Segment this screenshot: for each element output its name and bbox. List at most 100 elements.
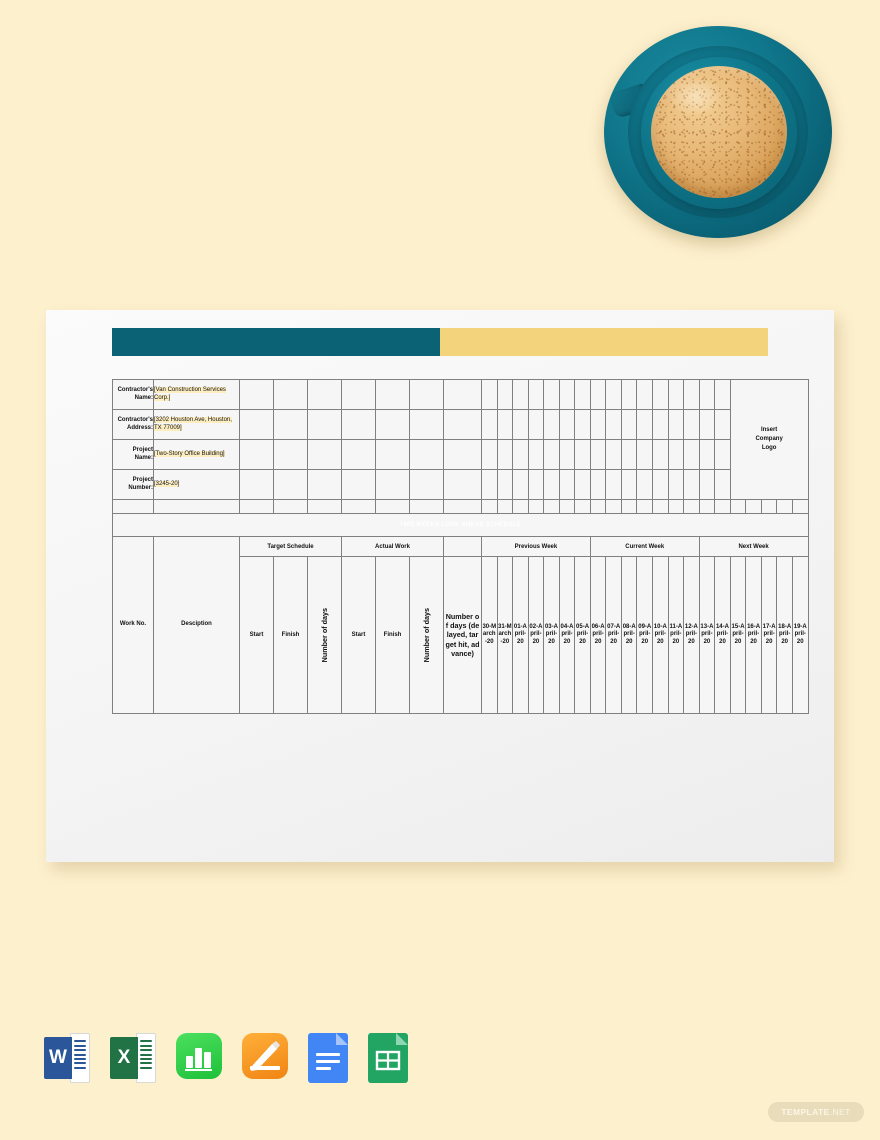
blank-cell[interactable] <box>589 409 607 440</box>
blank-cell[interactable] <box>481 439 498 470</box>
blank-cell[interactable] <box>667 409 685 440</box>
blank-cell[interactable] <box>512 439 529 470</box>
blank-cell[interactable] <box>698 439 716 470</box>
blank-cell[interactable] <box>760 499 778 514</box>
blank-cell[interactable] <box>652 409 669 440</box>
blank-cell[interactable] <box>273 439 308 470</box>
blank-cell[interactable] <box>443 379 482 410</box>
blank-cell[interactable] <box>273 409 308 440</box>
blank-cell[interactable] <box>574 469 591 500</box>
blank-cell[interactable] <box>667 379 685 410</box>
blank-cell[interactable] <box>375 379 410 410</box>
blank-cell[interactable] <box>443 499 482 514</box>
blank-cell[interactable] <box>605 499 622 514</box>
blank-cell[interactable] <box>620 439 638 470</box>
blank-cell[interactable] <box>481 409 498 440</box>
blank-cell[interactable] <box>636 379 654 410</box>
blank-cell[interactable] <box>652 499 669 514</box>
blank-cell[interactable] <box>307 379 342 410</box>
blank-cell[interactable] <box>558 469 576 500</box>
blank-cell[interactable] <box>543 409 560 440</box>
blank-cell[interactable] <box>683 439 700 470</box>
blank-cell[interactable] <box>714 469 731 500</box>
blank-cell[interactable] <box>341 379 376 410</box>
blank-cell[interactable] <box>698 379 716 410</box>
blank-cell[interactable] <box>375 499 410 514</box>
blank-cell[interactable] <box>698 469 716 500</box>
blank-cell[interactable] <box>589 469 607 500</box>
blank-cell[interactable] <box>652 469 669 500</box>
blank-cell[interactable] <box>307 439 342 470</box>
blank-cell[interactable] <box>667 469 685 500</box>
blank-cell[interactable] <box>527 409 545 440</box>
blank-cell[interactable] <box>714 409 731 440</box>
blank-cell[interactable] <box>652 439 669 470</box>
blank-cell[interactable] <box>481 469 498 500</box>
blank-cell[interactable] <box>496 439 514 470</box>
blank-cell[interactable] <box>791 499 809 514</box>
info-value[interactable]: [Van Construction Services Corp.] <box>153 379 240 410</box>
blank-cell[interactable] <box>341 499 376 514</box>
blank-cell[interactable] <box>239 409 274 440</box>
blank-cell[interactable] <box>307 499 342 514</box>
blank-cell[interactable] <box>341 439 376 470</box>
blank-cell[interactable] <box>636 469 654 500</box>
blank-cell[interactable] <box>443 409 482 440</box>
blank-cell[interactable] <box>496 409 514 440</box>
blank-cell[interactable] <box>620 409 638 440</box>
blank-cell[interactable] <box>683 499 700 514</box>
blank-cell[interactable] <box>112 499 154 514</box>
blank-cell[interactable] <box>543 469 560 500</box>
blank-cell[interactable] <box>667 499 685 514</box>
info-value[interactable]: [Two-Story Office Building] <box>153 439 240 470</box>
blank-cell[interactable] <box>683 379 700 410</box>
blank-cell[interactable] <box>620 499 638 514</box>
blank-cell[interactable] <box>375 469 410 500</box>
blank-cell[interactable] <box>543 439 560 470</box>
blank-cell[interactable] <box>307 469 342 500</box>
blank-cell[interactable] <box>574 409 591 440</box>
blank-cell[interactable] <box>745 499 762 514</box>
blank-cell[interactable] <box>620 469 638 500</box>
blank-cell[interactable] <box>683 409 700 440</box>
blank-cell[interactable] <box>496 499 514 514</box>
blank-cell[interactable] <box>239 439 274 470</box>
blank-cell[interactable] <box>589 439 607 470</box>
blank-cell[interactable] <box>496 379 514 410</box>
blank-cell[interactable] <box>375 409 410 440</box>
blank-cell[interactable] <box>574 499 591 514</box>
blank-cell[interactable] <box>620 379 638 410</box>
blank-cell[interactable] <box>605 439 622 470</box>
blank-cell[interactable] <box>443 439 482 470</box>
blank-cell[interactable] <box>341 409 376 440</box>
microsoft-word-icon[interactable]: W <box>44 1033 90 1083</box>
blank-cell[interactable] <box>239 499 274 514</box>
blank-cell[interactable] <box>409 439 444 470</box>
blank-cell[interactable] <box>409 499 444 514</box>
apple-pages-icon[interactable] <box>242 1033 288 1083</box>
blank-cell[interactable] <box>605 379 622 410</box>
blank-cell[interactable] <box>605 409 622 440</box>
blank-cell[interactable] <box>558 499 576 514</box>
blank-cell[interactable] <box>558 379 576 410</box>
blank-cell[interactable] <box>776 499 793 514</box>
blank-cell[interactable] <box>636 439 654 470</box>
blank-cell[interactable] <box>273 379 308 410</box>
blank-cell[interactable] <box>512 499 529 514</box>
blank-cell[interactable] <box>574 439 591 470</box>
blank-cell[interactable] <box>683 469 700 500</box>
blank-cell[interactable] <box>636 499 654 514</box>
blank-cell[interactable] <box>409 409 444 440</box>
blank-cell[interactable] <box>527 439 545 470</box>
google-sheets-icon[interactable] <box>368 1033 408 1083</box>
blank-cell[interactable] <box>496 469 514 500</box>
blank-cell[interactable] <box>636 409 654 440</box>
blank-cell[interactable] <box>574 379 591 410</box>
blank-cell[interactable] <box>652 379 669 410</box>
blank-cell[interactable] <box>239 469 274 500</box>
blank-cell[interactable] <box>527 469 545 500</box>
blank-cell[interactable] <box>605 469 622 500</box>
blank-cell[interactable] <box>481 499 498 514</box>
blank-cell[interactable] <box>543 499 560 514</box>
blank-cell[interactable] <box>375 439 410 470</box>
